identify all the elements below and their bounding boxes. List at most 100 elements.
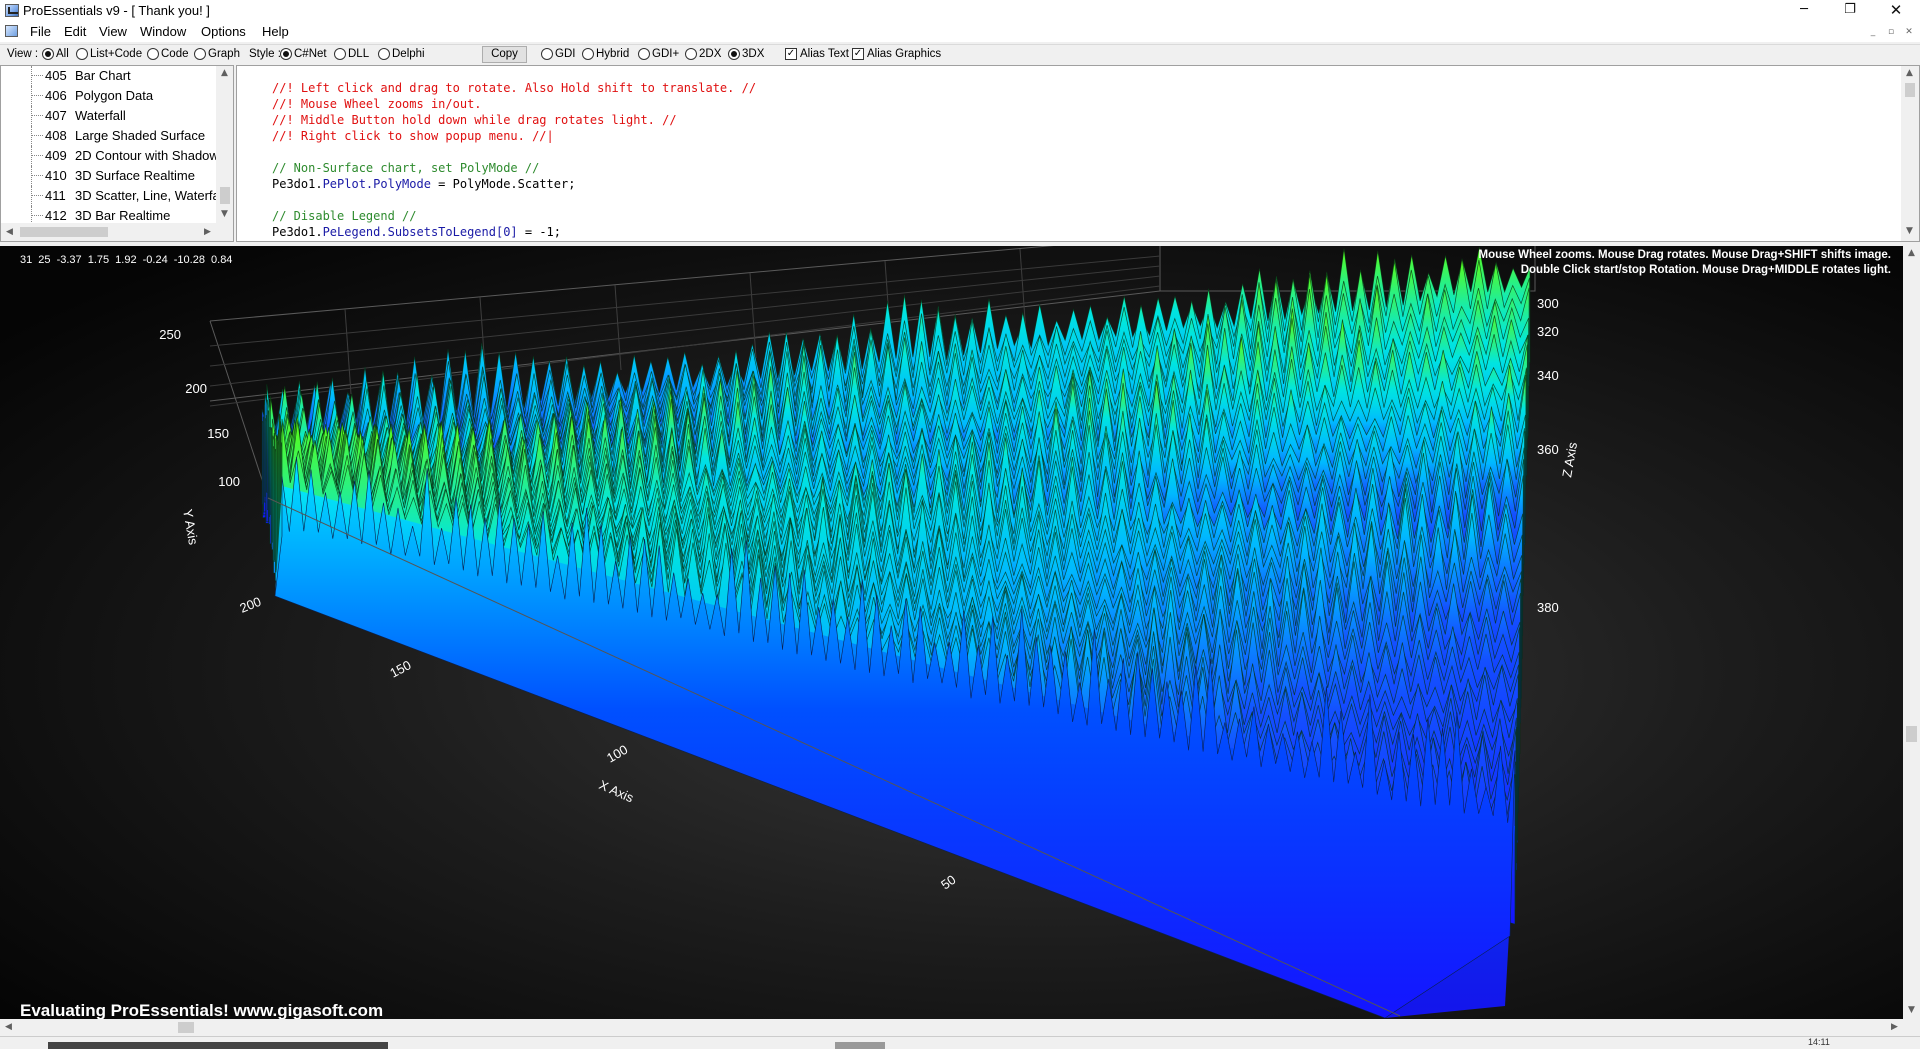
menu-edit[interactable]: Edit — [64, 24, 86, 39]
y-axis-label: Y Axis — [180, 508, 201, 546]
y-tick-label: 100 — [218, 474, 240, 489]
chart-vscroll-thumb[interactable] — [1906, 726, 1917, 742]
scroll-down-icon[interactable]: ▼ — [1901, 226, 1918, 236]
code-scroll-thumb[interactable] — [1905, 83, 1915, 97]
tree-item[interactable]: 407 Waterfall — [1, 106, 216, 126]
tree-item[interactable]: 408 Large Shaded Surface — [1, 126, 216, 146]
code-line[interactable]: //! Right click to show popup menu. //| — [272, 128, 756, 144]
view-graph-label[interactable]: Graph — [208, 48, 240, 60]
menu-bar: File Edit View Window Options Help _ ▫ ✕ — [0, 22, 1920, 42]
scroll-up-icon[interactable]: ▲ — [1903, 248, 1920, 258]
scroll-up-icon[interactable]: ▲ — [216, 68, 233, 78]
style-dll-radio[interactable] — [334, 48, 346, 60]
toolbar: View : All List+Code Code Graph Style : … — [0, 44, 1920, 64]
scroll-down-icon[interactable]: ▼ — [1903, 1005, 1920, 1015]
view-list-code-radio[interactable] — [76, 48, 88, 60]
scroll-down-icon[interactable]: ▼ — [216, 209, 233, 219]
restore-button[interactable]: ❐ — [1827, 0, 1873, 22]
render-3dx-radio[interactable] — [728, 48, 740, 60]
alias-text-label[interactable]: Alias Text — [800, 48, 849, 60]
chart-vertical-scrollbar[interactable]: ▲ ▼ — [1903, 246, 1920, 1019]
style-dll-label[interactable]: DLL — [348, 48, 369, 60]
code-line[interactable]: //! Middle Button hold down while drag r… — [272, 112, 756, 128]
tree-connector — [31, 186, 32, 206]
status-bar: 14:11 — [0, 1036, 1920, 1049]
code-editor[interactable]: //! Left click and drag to rotate. Also … — [236, 65, 1920, 242]
window-title: ProEssentials v9 - [ Thank you! ] — [23, 3, 210, 18]
alias-graphics-label[interactable]: Alias Graphics — [867, 48, 941, 60]
tree-item[interactable]: 406 Polygon Data — [1, 86, 216, 106]
render-gdiplus-label[interactable]: GDI+ — [652, 48, 679, 60]
code-line[interactable]: //! Left click and drag to rotate. Also … — [272, 80, 756, 96]
scroll-up-icon[interactable]: ▲ — [1901, 68, 1918, 78]
tree-item[interactable]: 410 3D Surface Realtime — [1, 166, 216, 186]
menu-file[interactable]: File — [30, 24, 51, 39]
document-icon[interactable] — [5, 25, 18, 37]
code-line[interactable] — [272, 144, 756, 160]
render-gdi-radio[interactable] — [541, 48, 553, 60]
child-minimize-icon[interactable]: _ — [1866, 26, 1880, 38]
style-csharp-label[interactable]: C#Net — [294, 48, 327, 60]
scroll-left-icon[interactable]: ◀ — [0, 1022, 17, 1032]
code-line[interactable]: // Disable Legend // — [272, 208, 756, 224]
code-line[interactable]: Pe3do1.PeLegend.SubsetsToLegend[0] = -1; — [272, 224, 756, 240]
chart-area[interactable]: 250 200 150 100 300 320 340 360 380 200 150 100 50 X… — [0, 246, 1903, 1019]
style-csharp-radio[interactable] — [280, 48, 292, 60]
menu-options[interactable]: Options — [201, 24, 246, 39]
chart-hscroll-thumb[interactable] — [178, 1022, 194, 1033]
render-hybrid-label[interactable]: Hybrid — [596, 48, 629, 60]
menu-view[interactable]: View — [99, 24, 127, 39]
scroll-right-icon[interactable]: ▶ — [199, 227, 216, 237]
close-button[interactable]: ✕ — [1873, 0, 1919, 22]
view-code-radio[interactable] — [147, 48, 159, 60]
code-token: = PolyMode.Scatter; — [430, 177, 576, 191]
code-line[interactable]: Pe3do1.PePlot.PolyMode = PolyMode.Scatte… — [272, 176, 756, 192]
alias-text-checkbox[interactable]: ✓ — [785, 48, 797, 60]
style-delphi-radio[interactable] — [378, 48, 390, 60]
tree-hscroll-thumb[interactable] — [20, 227, 108, 237]
style-delphi-label[interactable]: Delphi — [392, 48, 425, 60]
render-hybrid-radio[interactable] — [582, 48, 594, 60]
tree-vertical-scrollbar[interactable]: ▲ ▼ — [216, 66, 233, 223]
view-graph-radio[interactable] — [194, 48, 206, 60]
render-2dx-radio[interactable] — [685, 48, 697, 60]
alias-graphics-checkbox[interactable]: ✓ — [852, 48, 864, 60]
view-all-label[interactable]: All — [56, 48, 69, 60]
code-line[interactable]: // Non-Surface chart, set PolyMode // — [272, 160, 756, 176]
chart-horizontal-scrollbar[interactable]: ◀ ▶ — [0, 1019, 1903, 1036]
tree-scroll-thumb[interactable] — [220, 187, 230, 204]
tree-connector — [31, 175, 43, 176]
code-token: PePlot.PolyMode — [322, 177, 431, 191]
code-vertical-scrollbar[interactable]: ▲ ▼ — [1901, 66, 1919, 241]
view-list-code-label[interactable]: List+Code — [90, 48, 142, 60]
help-text-line-1: Mouse Wheel zooms. Mouse Drag rotates. M… — [1478, 249, 1891, 261]
view-code-label[interactable]: Code — [161, 48, 189, 60]
code-token: Pe3do1. — [272, 177, 323, 191]
scroll-left-icon[interactable]: ◀ — [1, 227, 18, 237]
menu-help[interactable]: Help — [262, 24, 289, 39]
tree-item[interactable]: 411 3D Scatter, Line, Waterfall — [1, 186, 216, 206]
render-3dx-label[interactable]: 3DX — [742, 48, 764, 60]
render-gdiplus-radio[interactable] — [638, 48, 650, 60]
tree-horizontal-scrollbar[interactable]: ◀ ▶ — [1, 223, 216, 241]
scroll-right-icon[interactable]: ▶ — [1886, 1022, 1903, 1032]
copy-button[interactable]: Copy — [482, 46, 527, 63]
x-tick-label: 100 — [604, 742, 630, 766]
child-close-icon[interactable]: ✕ — [1902, 26, 1916, 38]
tree-item[interactable]: 409 2D Contour with Shadows — [1, 146, 216, 166]
view-all-radio[interactable] — [42, 48, 54, 60]
child-restore-icon[interactable]: ▫ — [1884, 26, 1898, 38]
tree-item[interactable]: 405 Bar Chart — [1, 66, 216, 86]
menu-window[interactable]: Window — [140, 24, 186, 39]
surface-chart[interactable]: 250 200 150 100 300 320 340 360 380 200 150 100 50 X… — [0, 246, 1903, 1019]
tree-item-label: 3D Scatter, Line, Waterfall — [75, 188, 216, 203]
code-line[interactable] — [272, 192, 756, 208]
code-line[interactable]: //! Mouse Wheel zooms in/out. — [272, 96, 756, 112]
tree-item-number: 406 — [45, 88, 67, 103]
example-tree[interactable]: 405 Bar Chart 406 Polygon Data 407 Waterfall 4… — [0, 65, 234, 242]
tree-connector — [31, 126, 32, 146]
minimize-button[interactable]: ─ — [1781, 0, 1827, 22]
render-gdi-label[interactable]: GDI — [555, 48, 575, 60]
render-2dx-label[interactable]: 2DX — [699, 48, 721, 60]
tree-connector — [31, 166, 32, 186]
